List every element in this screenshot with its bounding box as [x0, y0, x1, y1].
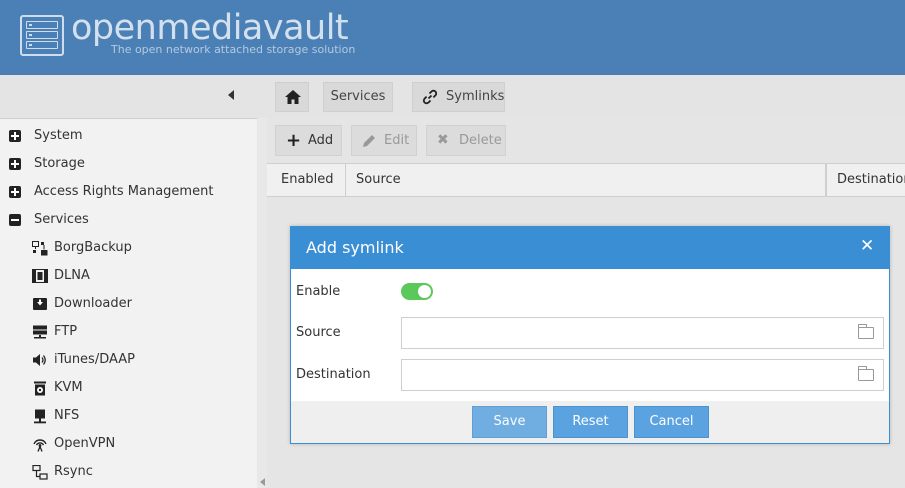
sidebar-item-storage[interactable]: Storage [0, 150, 256, 178]
source-input[interactable] [402, 318, 842, 348]
sidebar-item-label: iTunes/DAAP [54, 352, 135, 367]
dialog-footer: Save Reset Cancel [291, 401, 889, 443]
download-icon [32, 297, 48, 312]
sidebar-item-access-rights[interactable]: Access Rights Management [0, 178, 256, 206]
link-icon [422, 89, 438, 105]
sidebar-item-rsync[interactable]: Rsync [0, 458, 256, 486]
add-button-label: Add [308, 133, 334, 148]
sidebar-item-label: FTP [54, 324, 78, 339]
edit-button[interactable]: Edit [351, 125, 417, 156]
cancel-button[interactable]: Cancel [634, 406, 709, 438]
source-row: Source [291, 317, 889, 349]
app-subtitle: The open network attached storage soluti… [111, 43, 356, 56]
speaker-icon [32, 353, 48, 368]
add-button[interactable]: + Add [275, 125, 342, 156]
sidebar-nav: System Storage Access Rights Management … [0, 118, 258, 488]
sidebar-item-label: BorgBackup [54, 240, 132, 255]
server-icon [32, 325, 48, 340]
save-button[interactable]: Save [472, 406, 547, 438]
app-header: openmediavault The open network attached… [0, 0, 905, 75]
close-icon[interactable]: ✕ [860, 238, 874, 255]
destination-row: Destination [291, 359, 889, 391]
sidebar-item-borgbackup[interactable]: BorgBackup [0, 234, 256, 262]
nfs-icon [32, 409, 48, 424]
collapse-minus-icon[interactable] [9, 214, 21, 226]
enable-toggle[interactable] [401, 283, 433, 300]
expand-plus-icon[interactable] [9, 158, 21, 170]
add-symlink-dialog: Add symlink ✕ Enable Source Destination … [290, 226, 890, 444]
sidebar-item-dlna[interactable]: DLNA [0, 262, 256, 290]
reset-button[interactable]: Reset [553, 406, 628, 438]
sidebar-item-nfs[interactable]: NFS [0, 402, 256, 430]
folder-icon[interactable] [858, 324, 874, 339]
expand-plus-icon[interactable] [9, 186, 21, 198]
sidebar-item-label: Rsync [54, 464, 93, 479]
column-header-source[interactable]: Source [346, 164, 826, 196]
film-icon [32, 269, 48, 284]
home-icon [285, 90, 301, 104]
kvm-icon [32, 381, 48, 396]
expand-plus-icon[interactable] [9, 130, 21, 142]
sidebar-item-label: NFS [54, 408, 80, 423]
breadcrumb-symlinks-label: Symlinks [446, 89, 505, 104]
column-header-destination[interactable]: Destination [826, 164, 905, 196]
pencil-icon [362, 126, 376, 159]
sidebar-item-label: Services [34, 212, 89, 227]
sidebar-item-label: DLNA [54, 268, 90, 283]
sidebar-item-label: Access Rights Management [34, 184, 214, 199]
sidebar-item-kvm[interactable]: KVM [0, 374, 256, 402]
sidebar-item-system[interactable]: System [0, 122, 256, 150]
source-field[interactable] [401, 317, 884, 349]
enable-row: Enable [291, 276, 889, 308]
sidebar-item-label: Storage [34, 156, 85, 171]
sidebar-splitter[interactable] [257, 118, 267, 488]
sidebar-item-label: Downloader [54, 296, 132, 311]
dialog-titlebar: Add symlink ✕ [291, 227, 889, 269]
sidebar-item-downloader[interactable]: Downloader [0, 290, 256, 318]
network-icon [32, 464, 48, 480]
wifi-icon [32, 437, 48, 452]
source-label: Source [296, 325, 341, 340]
column-header-enabled[interactable]: Enabled [267, 164, 346, 196]
edit-button-label: Edit [384, 133, 410, 148]
plus-icon: + [286, 130, 302, 151]
folder-icon[interactable] [858, 366, 874, 381]
sidebar-item-label: KVM [54, 380, 83, 395]
close-icon: ✖ [437, 132, 449, 148]
breadcrumb-home[interactable] [275, 82, 309, 112]
sidebar-item-itunes[interactable]: iTunes/DAAP [0, 346, 256, 374]
breadcrumb-symlinks[interactable]: Symlinks [412, 82, 505, 112]
sidebar-item-openvpn[interactable]: OpenVPN [0, 430, 256, 458]
sidebar-item-services[interactable]: Services [0, 206, 256, 234]
destination-label: Destination [296, 367, 371, 382]
app-title: openmediavault [71, 8, 349, 48]
sidebar-item-label: System [34, 128, 83, 143]
delete-button[interactable]: ✖ Delete [426, 125, 506, 156]
breadcrumb-services[interactable]: Services [323, 82, 393, 112]
enable-label: Enable [296, 284, 341, 299]
destination-input[interactable] [402, 360, 842, 390]
dialog-title: Add symlink [306, 238, 404, 257]
logo-server-icon [20, 15, 64, 56]
grid-header: Enabled Source Destination [267, 163, 905, 197]
collapse-sidebar-icon[interactable] [228, 90, 234, 100]
sidebar-item-label: OpenVPN [54, 436, 116, 451]
borgbackup-icon [32, 241, 48, 256]
splitter-arrow-icon[interactable] [260, 478, 265, 486]
sidebar-item-ftp[interactable]: FTP [0, 318, 256, 346]
delete-button-label: Delete [459, 133, 502, 148]
destination-field[interactable] [401, 359, 884, 391]
breadcrumb-bar: Services Symlinks [0, 75, 905, 118]
